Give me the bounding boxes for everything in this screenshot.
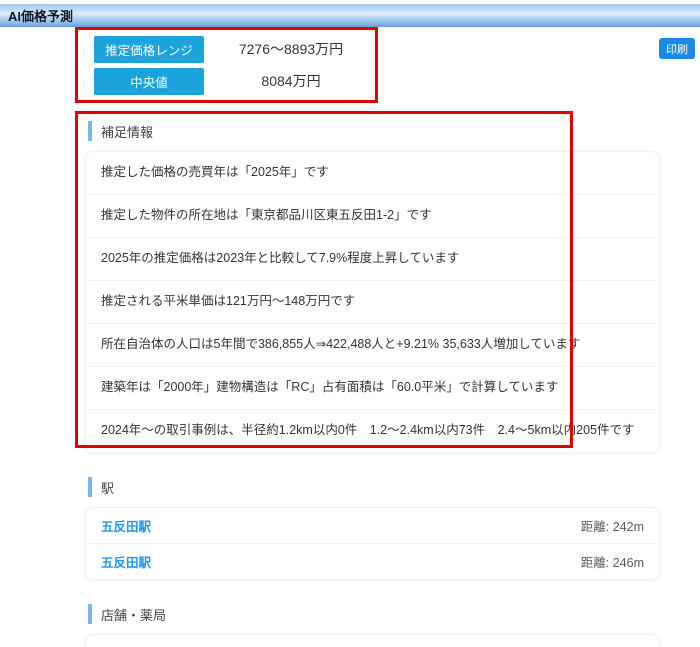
print-button[interactable]: 印刷 xyxy=(659,38,695,59)
price-range-row: 推定価格レンジ 7276～8893万円 xyxy=(94,36,378,63)
supplementary-item: 2024年～の取引事例は、半径約1.2km以内0件 1.2～2.4km以内73件… xyxy=(86,410,659,452)
main-content: 補足情報 推定した価格の売買年は「2025年」です 推定した物件の所在地は「東京… xyxy=(85,111,660,647)
stations-header: 駅 xyxy=(85,467,660,507)
price-summary: 推定価格レンジ 7276～8893万円 中央値 8084万円 xyxy=(75,27,378,103)
section-accent-bar-icon xyxy=(88,477,92,497)
shops-title: 店舗・薬局 xyxy=(101,605,166,624)
supplementary-card: 推定した価格の売買年は「2025年」です 推定した物件の所在地は「東京都品川区東… xyxy=(85,151,660,453)
supplementary-item: 推定した物件の所在地は「東京都品川区東五反田1-2」です xyxy=(86,195,659,238)
estimated-price-range-value: 7276～8893万円 xyxy=(204,39,378,59)
shops-card: ファミリーマート東五反田郵便局東店 距離: 27m ローソン東五反田店 距離: … xyxy=(85,634,660,647)
section-accent-bar-icon xyxy=(88,121,92,141)
supplementary-item: 建築年は「2000年」建物構造は「RC」占有面積は「60.0平米」で計算していま… xyxy=(86,367,659,410)
stations-title: 駅 xyxy=(101,478,114,497)
page: AI価格予測 印刷 推定価格レンジ 7276～8893万円 中央値 8084万円… xyxy=(0,0,700,647)
station-row: 五反田駅 距離: 242m xyxy=(86,508,659,544)
section-accent-bar-icon xyxy=(88,604,92,624)
page-title: AI価格予測 xyxy=(8,6,73,25)
page-header: AI価格予測 xyxy=(0,4,700,27)
section-supplementary: 補足情報 推定した価格の売買年は「2025年」です 推定した物件の所在地は「東京… xyxy=(85,111,660,453)
shops-header: 店舗・薬局 xyxy=(85,594,660,634)
supplementary-header: 補足情報 xyxy=(85,111,660,151)
median-price-value: 8084万円 xyxy=(204,71,378,91)
station-row: 五反田駅 距離: 246m xyxy=(86,544,659,579)
supplementary-item: 2025年の推定価格は2023年と比較して7.9%程度上昇しています xyxy=(86,238,659,281)
station-link[interactable]: 五反田駅 xyxy=(101,552,151,571)
shop-row: ファミリーマート東五反田郵便局東店 距離: 27m xyxy=(86,635,659,647)
section-shops: 店舗・薬局 ファミリーマート東五反田郵便局東店 距離: 27m ローソン東五反田… xyxy=(85,594,660,647)
supplementary-title: 補足情報 xyxy=(101,122,153,141)
median-price-button[interactable]: 中央値 xyxy=(94,68,204,95)
section-stations: 駅 五反田駅 距離: 242m 五反田駅 距離: 246m xyxy=(85,467,660,580)
supplementary-item: 推定される平米単価は121万円～148万円です xyxy=(86,281,659,324)
station-distance: 距離: 242m xyxy=(581,516,644,535)
supplementary-item: 所在自治体の人口は5年間で386,855人⇒422,488人と+9.21% 35… xyxy=(86,324,659,367)
shop-link[interactable]: ファミリーマート東五反田郵便局東店 xyxy=(101,643,314,647)
median-price-row: 中央値 8084万円 xyxy=(94,68,378,95)
supplementary-item: 推定した価格の売買年は「2025年」です xyxy=(86,152,659,195)
estimated-price-range-button[interactable]: 推定価格レンジ xyxy=(94,36,204,63)
stations-card: 五反田駅 距離: 242m 五反田駅 距離: 246m xyxy=(85,507,660,580)
station-distance: 距離: 246m xyxy=(581,552,644,571)
shop-distance: 距離: 27m xyxy=(588,643,644,647)
station-link[interactable]: 五反田駅 xyxy=(101,516,151,535)
